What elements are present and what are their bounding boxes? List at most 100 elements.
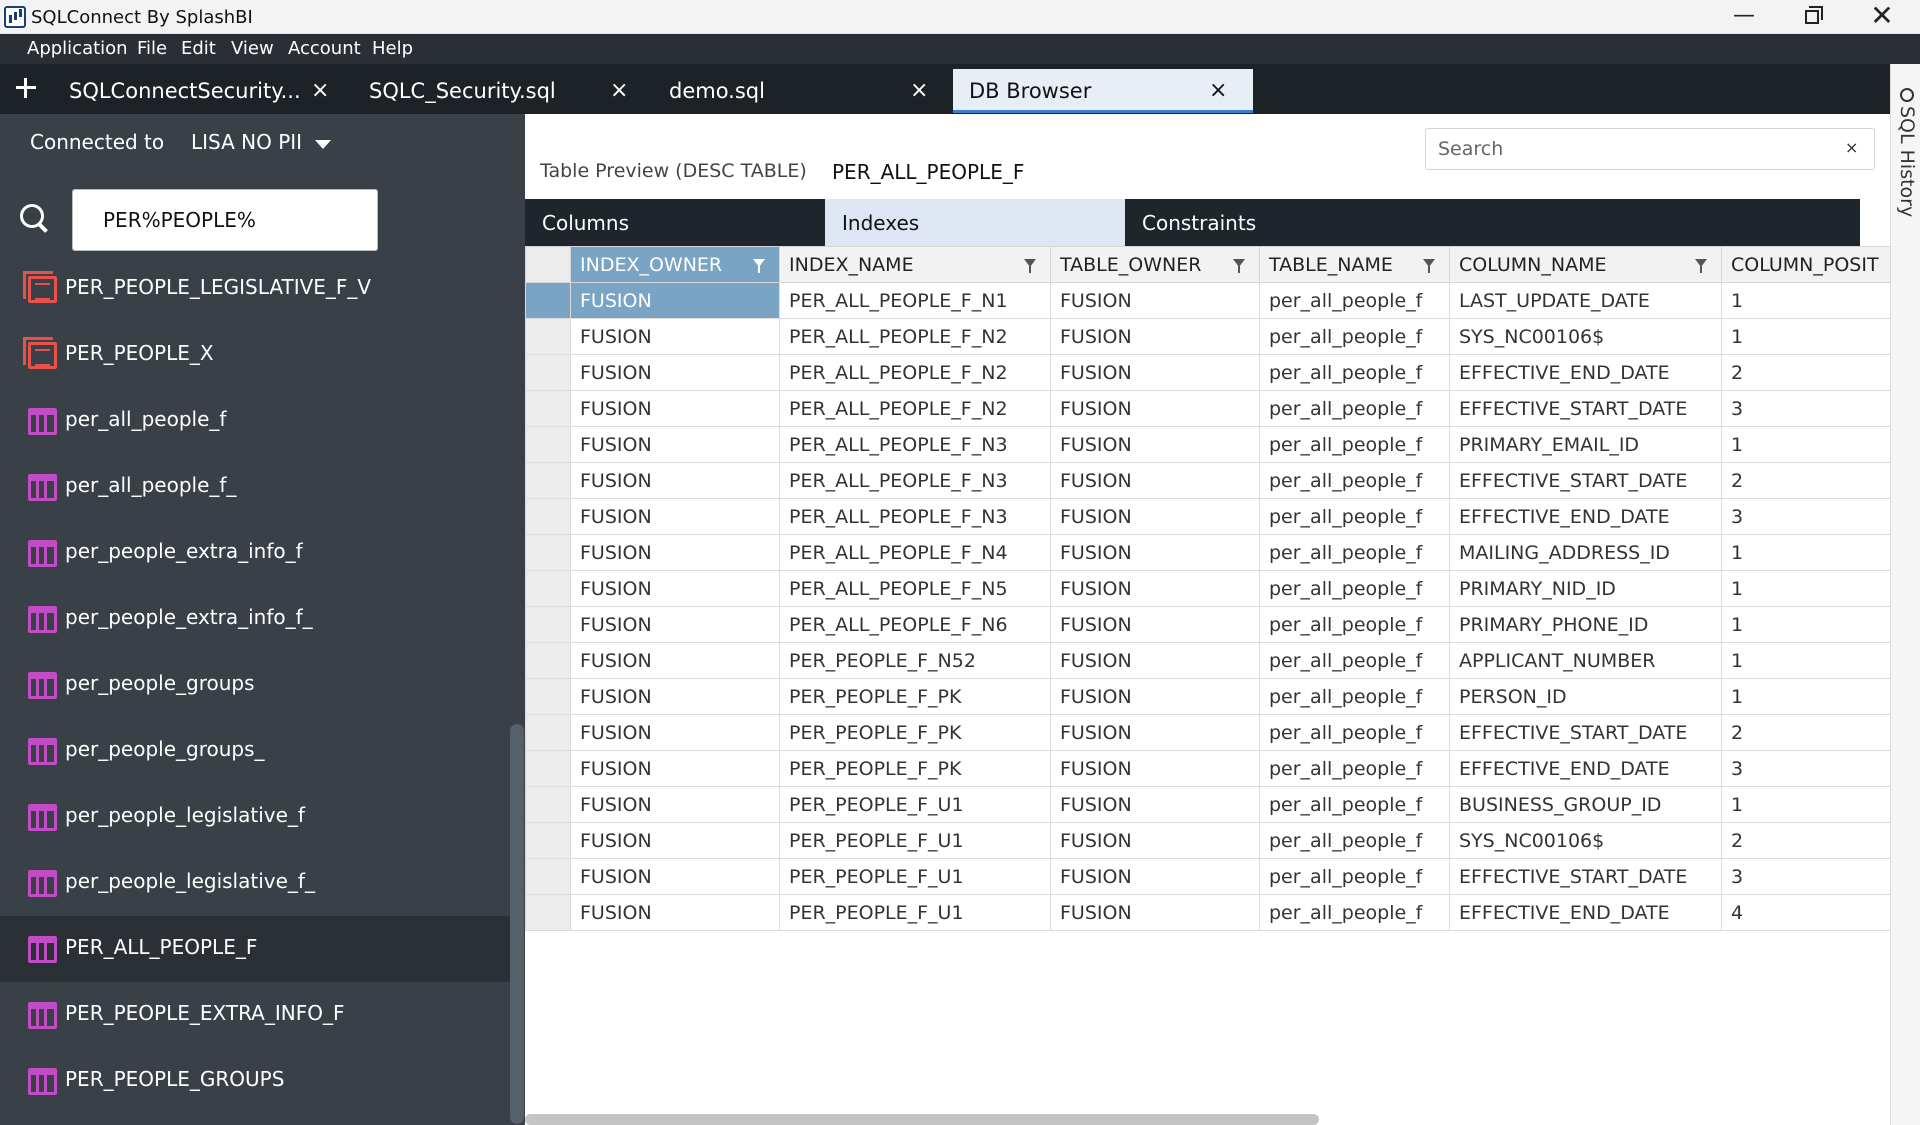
table-cell[interactable]: FUSION [570,606,780,643]
table-cell[interactable]: FUSION [570,714,780,751]
object-search-input[interactable] [72,189,378,251]
table-row[interactable]: FUSION PER_ALL_PEOPLE_F_N2 FUSION per_all_p… [525,318,1891,355]
table-cell[interactable]: 2 [1721,714,1891,751]
table-cell[interactable]: FUSION [1050,498,1260,535]
table-cell[interactable]: FUSION [570,498,780,535]
tab-indexes[interactable]: Indexes [825,199,1125,246]
table-row[interactable]: FUSION PER_ALL_PEOPLE_F_N3 FUSION per_all_p… [525,426,1891,463]
table-cell[interactable]: 1 [1721,318,1891,355]
table-cell[interactable]: FUSION [1050,426,1260,463]
table-cell[interactable]: PER_ALL_PEOPLE_F_N2 [779,318,1051,355]
column-header[interactable]: TABLE_OWNER [1050,246,1260,283]
table-cell[interactable]: PER_ALL_PEOPLE_F_N1 [779,282,1051,319]
table-cell[interactable]: BUSINESS_GROUP_ID [1449,786,1722,823]
object-list-item[interactable]: PER_PEOPLE_EXTRA_INFO_F [0,982,510,1048]
object-list-item[interactable]: per_all_people_f_ [0,454,510,520]
tab-close-icon[interactable]: × [910,78,928,103]
table-cell[interactable]: FUSION [1050,318,1260,355]
tab-sqlc-security[interactable]: SQLC_Security.sql × [357,69,637,113]
table-cell[interactable]: 1 [1721,426,1891,463]
table-cell[interactable]: FUSION [1050,822,1260,859]
menu-application[interactable]: Application [27,38,128,59]
chevron-down-icon[interactable] [315,140,331,149]
table-cell[interactable]: FUSION [570,570,780,607]
table-cell[interactable]: MAILING_ADDRESS_ID [1449,534,1722,571]
table-cell[interactable]: SYS_NC00106$ [1449,822,1722,859]
table-row[interactable]: FUSION PER_PEOPLE_F_N52 FUSION per_all_peop… [525,642,1891,679]
table-cell[interactable]: FUSION [1050,606,1260,643]
table-row[interactable]: FUSION PER_ALL_PEOPLE_F_N5 FUSION per_all_p… [525,570,1891,607]
table-cell[interactable]: FUSION [570,354,780,391]
table-row[interactable]: FUSION PER_ALL_PEOPLE_F_N1 FUSION per_all_p… [525,282,1891,319]
table-cell[interactable]: EFFECTIVE_START_DATE [1449,858,1722,895]
table-cell[interactable]: per_all_people_f [1259,606,1450,643]
table-cell[interactable]: FUSION [1050,282,1260,319]
table-cell[interactable]: FUSION [570,534,780,571]
table-cell[interactable]: FUSION [570,750,780,787]
table-row[interactable]: FUSION PER_ALL_PEOPLE_F_N6 FUSION per_all_p… [525,606,1891,643]
table-cell[interactable]: PER_PEOPLE_F_PK [779,750,1051,787]
row-header[interactable] [525,750,571,787]
table-cell[interactable]: PER_PEOPLE_F_U1 [779,894,1051,931]
table-cell[interactable]: per_all_people_f [1259,714,1450,751]
table-cell[interactable]: PRIMARY_PHONE_ID [1449,606,1722,643]
table-cell[interactable]: PER_PEOPLE_F_U1 [779,822,1051,859]
row-header[interactable] [525,678,571,715]
table-cell[interactable]: PER_ALL_PEOPLE_F_N3 [779,498,1051,535]
table-cell[interactable]: LAST_UPDATE_DATE [1449,282,1722,319]
table-cell[interactable]: per_all_people_f [1259,462,1450,499]
table-cell[interactable]: 1 [1721,534,1891,571]
table-cell[interactable]: FUSION [570,426,780,463]
object-list-item[interactable]: per_people_extra_info_f_ [0,586,510,652]
table-cell[interactable]: 4 [1721,894,1891,931]
table-cell[interactable]: 3 [1721,390,1891,427]
table-cell[interactable]: FUSION [1050,462,1260,499]
table-cell[interactable]: FUSION [570,462,780,499]
table-cell[interactable]: per_all_people_f [1259,426,1450,463]
table-cell[interactable]: FUSION [1050,570,1260,607]
table-cell[interactable]: 1 [1721,282,1891,319]
table-cell[interactable]: EFFECTIVE_START_DATE [1449,390,1722,427]
table-cell[interactable]: 2 [1721,354,1891,391]
table-cell[interactable]: FUSION [570,894,780,931]
table-cell[interactable]: FUSION [570,642,780,679]
table-cell[interactable]: 1 [1721,606,1891,643]
table-cell[interactable]: FUSION [1050,750,1260,787]
tab-demo-sql[interactable]: demo.sql × [657,69,937,113]
object-list-item[interactable]: PER_PEOPLE_X [0,322,510,388]
filter-icon[interactable] [1024,259,1036,273]
table-cell[interactable]: per_all_people_f [1259,678,1450,715]
table-cell[interactable]: FUSION [1050,534,1260,571]
sidebar-scrollbar[interactable] [510,724,524,1124]
tab-columns[interactable]: Columns [525,199,825,246]
row-header[interactable] [525,282,571,319]
table-cell[interactable]: EFFECTIVE_END_DATE [1449,498,1722,535]
row-header[interactable] [525,822,571,859]
table-cell[interactable]: FUSION [1050,390,1260,427]
table-cell[interactable]: per_all_people_f [1259,822,1450,859]
table-cell[interactable]: PER_ALL_PEOPLE_F_N3 [779,462,1051,499]
table-cell[interactable]: PRIMARY_EMAIL_ID [1449,426,1722,463]
table-cell[interactable]: FUSION [1050,714,1260,751]
connection-dropdown[interactable]: LISA NO PII [191,130,302,154]
table-row[interactable]: FUSION PER_ALL_PEOPLE_F_N4 FUSION per_all_p… [525,534,1891,571]
table-cell[interactable]: FUSION [570,390,780,427]
table-cell[interactable]: per_all_people_f [1259,786,1450,823]
row-header[interactable] [525,534,571,571]
menu-file[interactable]: File [137,38,167,59]
filter-icon[interactable] [753,259,765,273]
filter-icon[interactable] [1695,259,1707,273]
table-row[interactable]: FUSION PER_PEOPLE_F_PK FUSION per_all_peopl… [525,678,1891,715]
table-row[interactable]: FUSION PER_PEOPLE_F_U1 FUSION per_all_peopl… [525,858,1891,895]
object-list-item[interactable]: per_people_groups_ [0,718,510,784]
table-cell[interactable]: APPLICANT_NUMBER [1449,642,1722,679]
object-list-item[interactable]: per_people_legislative_f_ [0,850,510,916]
table-cell[interactable]: PER_PEOPLE_F_U1 [779,786,1051,823]
table-cell[interactable]: per_all_people_f [1259,894,1450,931]
menu-help[interactable]: Help [372,38,413,59]
table-row[interactable]: FUSION PER_PEOPLE_F_U1 FUSION per_all_peopl… [525,822,1891,859]
table-row[interactable]: FUSION PER_ALL_PEOPLE_F_N3 FUSION per_all_p… [525,498,1891,535]
table-cell[interactable]: FUSION [570,786,780,823]
table-cell[interactable]: per_all_people_f [1259,282,1450,319]
table-row[interactable]: FUSION PER_PEOPLE_F_PK FUSION per_all_peopl… [525,714,1891,751]
